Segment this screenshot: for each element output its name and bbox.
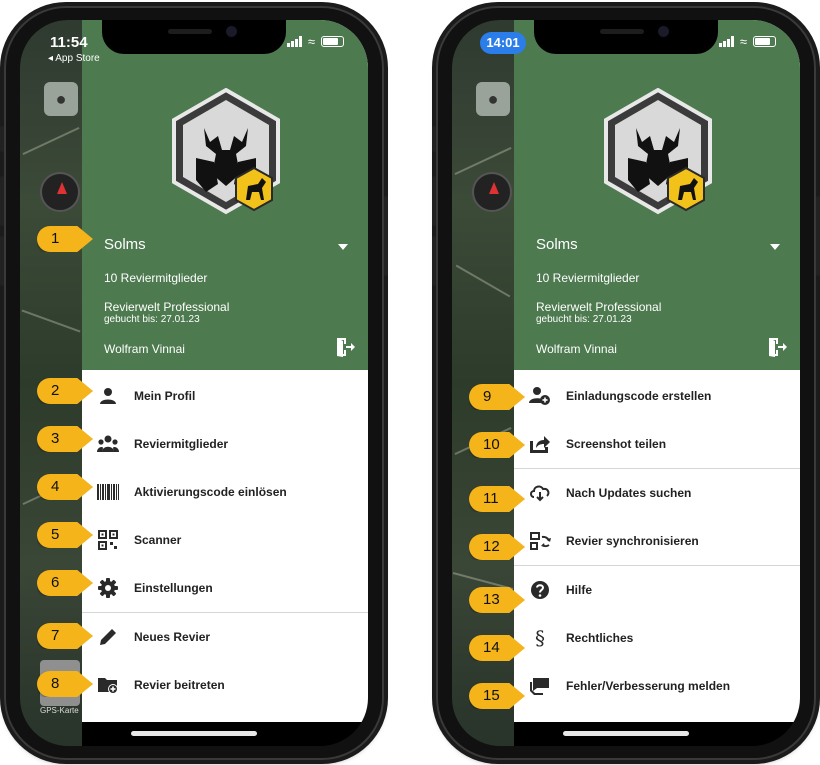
volume-up-button xyxy=(0,176,4,226)
home-indicator[interactable] xyxy=(563,731,689,736)
home-indicator[interactable] xyxy=(131,731,257,736)
mute-switch xyxy=(0,126,4,152)
menu-item-label: Reviermitglieder xyxy=(134,437,229,451)
volume-up-button xyxy=(432,176,436,226)
menu-item-rechtliches[interactable]: § Rechtliches xyxy=(514,614,800,662)
revierwelt-logo xyxy=(172,88,280,215)
status-time-pill[interactable]: 14:01 xyxy=(480,32,526,54)
status-time: 11:54 xyxy=(50,34,88,51)
menu-item-scanner[interactable]: Scanner xyxy=(82,516,368,564)
wifi-icon: ≈ xyxy=(307,34,315,49)
drawer-header: Solms 10 Reviermitglieder Revierwelt Pro… xyxy=(82,20,368,370)
gear-icon xyxy=(96,576,120,600)
user-name: Wolfram Vinnai xyxy=(104,342,185,356)
pencil-icon xyxy=(96,625,120,649)
signal-icon xyxy=(718,36,734,47)
navigation-drawer: Solms 10 Reviermitglieder Revierwelt Pro… xyxy=(514,20,800,722)
menu-item-synchronisieren[interactable]: Revier synchronisieren xyxy=(514,517,800,565)
menu-item-mein-profil[interactable]: Mein Profil xyxy=(82,372,368,420)
sync-icon xyxy=(528,529,552,553)
plan-name: Revierwelt Professional xyxy=(104,300,230,314)
revier-name: Solms xyxy=(536,236,578,253)
menu-item-hilfe[interactable]: Hilfe xyxy=(514,566,800,614)
menu-item-label: Aktivierungscode einlösen xyxy=(134,485,287,499)
menu-item-updates[interactable]: Nach Updates suchen xyxy=(514,469,800,517)
feedback-icon xyxy=(528,674,552,698)
gps-map-label: GPS-Karte xyxy=(40,706,79,715)
share-icon xyxy=(528,432,552,456)
wifi-icon: ≈ xyxy=(739,34,747,49)
chevron-down-icon xyxy=(338,244,348,250)
notch xyxy=(534,20,718,54)
status-bar: 14:01 ≈ xyxy=(452,20,800,68)
group-icon xyxy=(96,432,120,456)
status-icons: ≈ xyxy=(286,34,344,49)
menu-item-aktivierungscode[interactable]: Aktivierungscode einlösen xyxy=(82,468,368,516)
revier-selector[interactable]: Solms xyxy=(536,236,786,258)
booked-until: gebucht bis: 27.01.23 xyxy=(536,314,632,325)
menu-item-label: Mein Profil xyxy=(134,389,196,403)
volume-down-button xyxy=(432,236,436,286)
power-button xyxy=(384,196,388,276)
menu-item-label: Scanner xyxy=(134,533,182,547)
revier-selector[interactable]: Solms xyxy=(104,236,354,258)
folder-add-icon xyxy=(96,673,120,697)
logout-icon[interactable] xyxy=(766,336,788,358)
drawer-menu: Mein Profil Reviermitglieder Aktivierung… xyxy=(82,372,368,709)
logout-icon[interactable] xyxy=(334,336,356,358)
menu-item-neues-revier[interactable]: Neues Revier xyxy=(82,613,368,661)
menu-item-label: Hilfe xyxy=(566,583,593,597)
plan-name: Revierwelt Professional xyxy=(536,300,662,314)
menu-item-label: Neues Revier xyxy=(134,630,211,644)
drawer-header: Solms 10 Reviermitglieder Revierwelt Pro… xyxy=(514,20,800,370)
menu-item-label: Revier synchronisieren xyxy=(566,534,699,548)
qr-code-icon xyxy=(96,528,120,552)
location-pin-icon[interactable]: ● xyxy=(44,82,78,116)
menu-item-label: Nach Updates suchen xyxy=(566,486,692,500)
chevron-down-icon xyxy=(770,244,780,250)
status-bar: 11:54 ◂ App Store ≈ xyxy=(20,20,368,68)
menu-item-label: Screenshot teilen xyxy=(566,437,667,451)
menu-item-label: Einladungscode erstellen xyxy=(566,389,712,403)
person-add-icon xyxy=(528,384,552,408)
paragraph-icon: § xyxy=(535,626,545,650)
revier-name: Solms xyxy=(104,236,146,253)
battery-icon xyxy=(753,36,776,47)
menu-item-einladungscode[interactable]: Einladungscode erstellen xyxy=(514,372,800,420)
cloud-download-icon xyxy=(528,481,552,505)
barcode-icon xyxy=(96,480,120,504)
menu-item-reviermitglieder[interactable]: Reviermitglieder xyxy=(82,420,368,468)
status-icons: ≈ xyxy=(718,34,776,49)
compass-icon[interactable] xyxy=(40,172,80,212)
menu-item-label: Rechtliches xyxy=(566,631,634,645)
menu-item-einstellungen[interactable]: Einstellungen xyxy=(82,564,368,612)
menu-item-label: Fehler/Verbesserung melden xyxy=(566,679,731,693)
compass-icon[interactable] xyxy=(472,172,512,212)
location-pin-icon[interactable]: ● xyxy=(476,82,510,116)
revierwelt-logo xyxy=(604,88,712,215)
notch xyxy=(102,20,286,54)
menu-item-fehler-melden[interactable]: Fehler/Verbesserung melden xyxy=(514,662,800,710)
menu-item-label: Einstellungen xyxy=(134,581,213,595)
menu-item-screenshot-teilen[interactable]: Screenshot teilen xyxy=(514,420,800,468)
drawer-menu: Einladungscode erstellen Screenshot teil… xyxy=(514,372,800,710)
back-to-app-store-link[interactable]: ◂ App Store xyxy=(48,53,100,64)
member-count: 10 Reviermitglieder xyxy=(104,271,208,285)
volume-down-button xyxy=(0,236,4,286)
person-icon xyxy=(96,384,120,408)
battery-icon xyxy=(321,36,344,47)
member-count: 10 Reviermitglieder xyxy=(536,271,640,285)
menu-item-revier-beitreten[interactable]: Revier beitreten xyxy=(82,661,368,709)
power-button xyxy=(816,196,820,276)
menu-item-label: Revier beitreten xyxy=(134,678,225,692)
user-name: Wolfram Vinnai xyxy=(536,342,617,356)
help-icon xyxy=(528,578,552,602)
signal-icon xyxy=(286,36,302,47)
booked-until: gebucht bis: 27.01.23 xyxy=(104,314,200,325)
navigation-drawer: Solms 10 Reviermitglieder Revierwelt Pro… xyxy=(82,20,368,722)
mute-switch xyxy=(432,126,436,152)
